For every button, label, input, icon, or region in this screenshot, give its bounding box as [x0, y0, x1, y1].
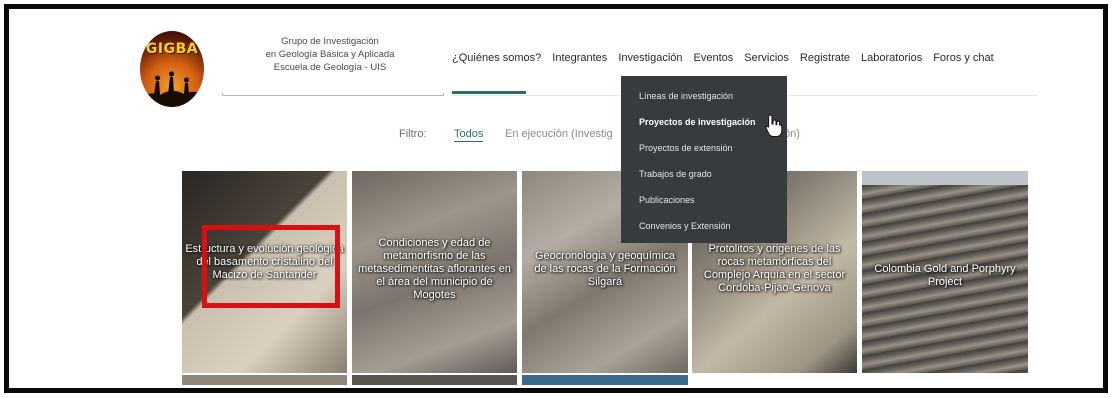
page-content: GIGBA Grupo de Investigación en Geología… — [9, 9, 1103, 388]
org-line-1: Grupo de Investigación — [281, 36, 379, 47]
annotation-highlight-box — [202, 225, 340, 308]
menu-item-publicaciones[interactable]: Publicaciones — [639, 192, 787, 218]
project-title: Protolitos y origenes de las rocas metam… — [703, 243, 846, 294]
project-tile-partial[interactable] — [522, 375, 688, 385]
gigba-logo[interactable]: GIGBA — [140, 31, 204, 107]
project-title: Geocronologia y geoquímica de las rocas … — [534, 250, 676, 288]
project-tile[interactable]: Colombia Gold and Porphyry Project — [862, 171, 1028, 373]
screenshot-frame: GIGBA Grupo de Investigación en Geología… — [4, 4, 1108, 393]
nav-item-servicios[interactable]: Servicios — [744, 52, 789, 64]
nav-item-eventos[interactable]: Eventos — [694, 52, 734, 64]
main-navigation: ¿Quiénes somos? Integrantes Investigació… — [452, 52, 994, 64]
org-line-2: en Geología Básica y Aplicada — [265, 49, 395, 60]
filter-label: Filtro: — [399, 128, 427, 140]
project-title: Colombia Gold and Porphyry Project — [874, 263, 1016, 288]
search-input[interactable] — [222, 93, 444, 96]
investigacion-dropdown-menu: Líneas de investigación Proyectos de inv… — [621, 76, 787, 243]
nav-item-integrantes[interactable]: Integrantes — [552, 52, 607, 64]
active-nav-indicator — [452, 91, 526, 94]
menu-item-proyectos-extension[interactable]: Proyectos de extensión — [639, 140, 787, 166]
nav-item-laboratorios[interactable]: Laboratorios — [861, 52, 922, 64]
menu-item-lineas[interactable]: Líneas de investigación — [639, 88, 787, 114]
menu-item-trabajos-de-grado[interactable]: Trabajos de grado — [639, 166, 787, 192]
filter-in-progress[interactable]: En ejecución (Investig — [505, 128, 613, 140]
filter-all[interactable]: Todos — [454, 128, 484, 142]
project-tile-partial[interactable] — [182, 375, 347, 385]
project-tile-partial[interactable] — [352, 375, 517, 385]
org-line-3: Escuela de Geología - UIS — [273, 62, 387, 73]
organization-name: Grupo de Investigación en Geología Básic… — [245, 35, 415, 74]
menu-item-convenios[interactable]: Convenios y Extensión — [639, 218, 787, 244]
nav-item-investigacion[interactable]: Investigación — [618, 52, 682, 64]
tile-sky — [862, 171, 1028, 185]
nav-item-quienes-somos[interactable]: ¿Quiénes somos? — [452, 52, 541, 64]
logo-text: GIGBA — [145, 41, 199, 57]
hand-cursor-icon — [765, 114, 783, 137]
project-tile[interactable]: Condiciones y edad de metamorfismo de la… — [352, 171, 517, 373]
nav-item-registrate[interactable]: Registrate — [800, 52, 850, 64]
logo-silhouettes-icon — [140, 71, 204, 107]
nav-item-foros-y-chat[interactable]: Foros y chat — [933, 52, 994, 64]
project-title: Condiciones y edad de metamorfismo de la… — [358, 237, 511, 301]
